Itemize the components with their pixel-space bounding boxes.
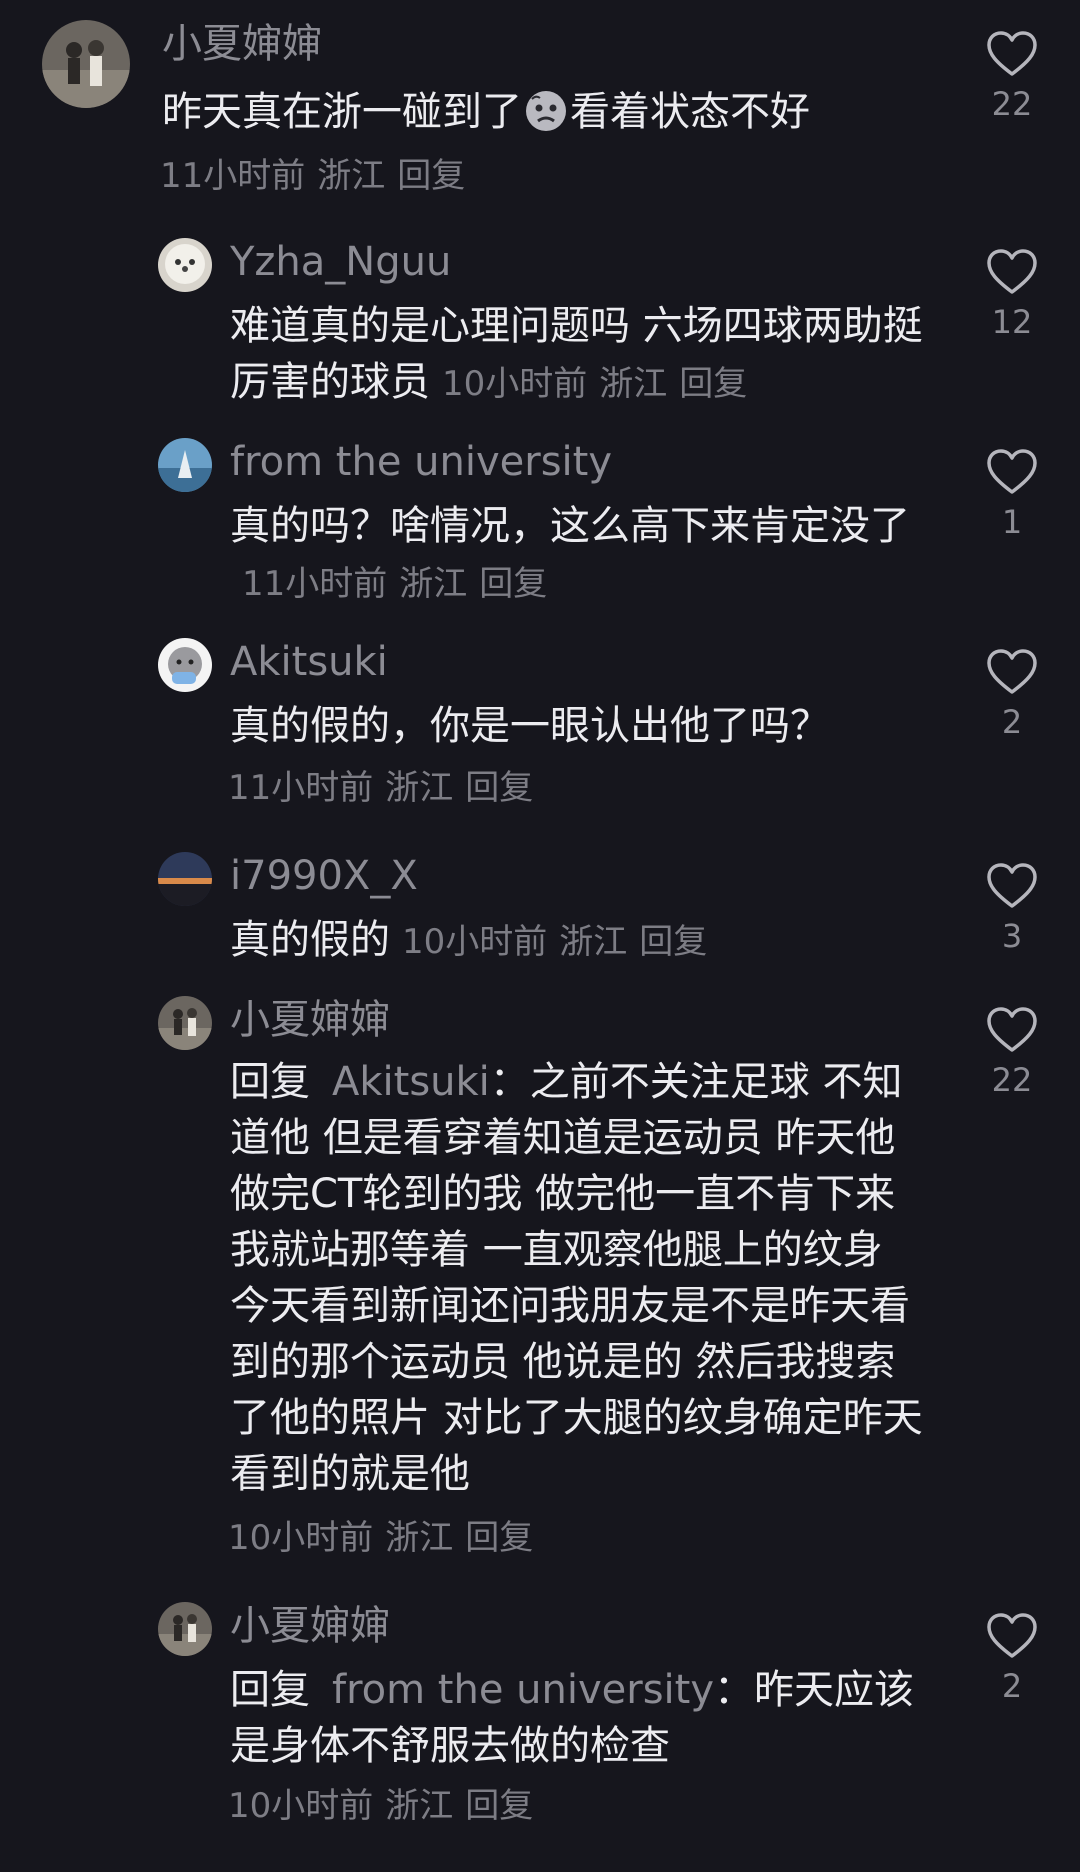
username[interactable]: 小夏婶婶 xyxy=(162,20,322,68)
location: 浙江 xyxy=(317,156,386,196)
like-button[interactable]: 2 xyxy=(982,648,1042,742)
reply-target-username[interactable]: from the university xyxy=(332,1667,714,1713)
comment-meta: 11小时前 浙江 回复 xyxy=(228,766,533,810)
reply-button[interactable]: 回复 xyxy=(479,564,547,604)
reply-button[interactable]: 回复 xyxy=(639,922,707,962)
avatar[interactable] xyxy=(158,996,212,1050)
like-count: 3 xyxy=(1001,917,1023,955)
reply-button[interactable]: 回复 xyxy=(465,1518,533,1558)
reply-button[interactable]: 回复 xyxy=(465,768,533,808)
heart-outline-icon xyxy=(987,249,1037,294)
avatar[interactable] xyxy=(158,1602,212,1656)
comment-text-part: 真的假的，你是一眼认出他了吗？ xyxy=(230,703,830,749)
avatar[interactable] xyxy=(158,238,212,292)
reply-button[interactable]: 回复 xyxy=(679,364,747,404)
heart-outline-icon xyxy=(987,449,1037,494)
timestamp: 10小时前 xyxy=(442,364,588,404)
like-count: 1 xyxy=(1001,503,1023,541)
username[interactable]: from the university xyxy=(230,438,612,486)
location: 浙江 xyxy=(399,564,468,604)
like-button[interactable]: 12 xyxy=(982,248,1042,342)
comment-text: 真的吗？啥情况，这么高下来肯定没了 11小时前 浙江 回复 xyxy=(230,498,930,612)
comment-list: 小夏婶婶 昨天真在浙一碰到了 看着状态不好 11小时前 浙江 回复 22 Yzha_N… xyxy=(0,0,1080,1872)
heart-outline-icon xyxy=(987,649,1037,694)
location: 浙江 xyxy=(385,1518,454,1558)
avatar[interactable] xyxy=(42,20,130,108)
reply-target-username[interactable]: Akitsuki xyxy=(332,1059,490,1105)
username[interactable]: Akitsuki xyxy=(230,638,388,686)
comment-text: 回复 Akitsuki：之前不关注足球 不知道他 但是看穿着知道是运动员 昨天他做… xyxy=(230,1054,930,1502)
timestamp: 10小时前 xyxy=(228,1786,374,1826)
location: 浙江 xyxy=(385,1786,454,1826)
reply-prefix: 回复 xyxy=(230,1667,310,1713)
like-button[interactable]: 2 xyxy=(982,1612,1042,1706)
comment-text: 回复 from the university：昨天应该是身体不舒服去做的检查 xyxy=(230,1662,930,1774)
comment-text-part: ：之前不关注足球 不知道他 但是看穿着知道是运动员 昨天他做完CT轮到的我 做完… xyxy=(230,1059,923,1497)
like-button[interactable]: 22 xyxy=(982,1006,1042,1100)
location: 浙江 xyxy=(385,768,454,808)
comment-text: 真的假的 10小时前 浙江 回复 xyxy=(230,912,930,970)
comment-meta: 10小时前 浙江 回复 xyxy=(228,1784,533,1828)
comment-meta: 11小时前 浙江 回复 xyxy=(160,154,465,198)
timestamp: 10小时前 xyxy=(228,1518,374,1558)
heart-outline-icon xyxy=(987,31,1037,76)
heart-outline-icon xyxy=(987,863,1037,908)
like-button[interactable]: 3 xyxy=(982,862,1042,956)
like-count: 2 xyxy=(1001,1667,1023,1705)
heart-outline-icon xyxy=(987,1613,1037,1658)
comment-text: 难道真的是心理问题吗 六场四球两助挺厉害的球员 10小时前 浙江 回复 xyxy=(230,298,930,412)
username[interactable]: i7990X_X xyxy=(230,852,418,900)
comment-text-part: 昨天真在浙一碰到了 xyxy=(162,89,522,135)
comment-text: 昨天真在浙一碰到了 看着状态不好 xyxy=(162,84,952,140)
comment-meta: 10小时前 浙江 回复 xyxy=(228,1516,533,1560)
username[interactable]: 小夏婶婶 xyxy=(230,996,390,1044)
timestamp: 11小时前 xyxy=(160,156,306,196)
heart-outline-icon xyxy=(987,1007,1037,1052)
like-count: 22 xyxy=(991,85,1033,123)
avatar[interactable] xyxy=(158,438,212,492)
reply-prefix: 回复 xyxy=(230,1059,310,1105)
like-button[interactable]: 1 xyxy=(982,448,1042,542)
comment-text-part: 看着状态不好 xyxy=(570,89,810,135)
timestamp: 11小时前 xyxy=(228,768,374,808)
timestamp: 10小时前 xyxy=(402,922,548,962)
comment-text: 真的假的，你是一眼认出他了吗？ xyxy=(230,698,930,754)
username[interactable]: 小夏婶婶 xyxy=(230,1602,390,1650)
avatar[interactable] xyxy=(158,638,212,692)
sad-face-emoji-icon xyxy=(524,89,568,133)
like-count: 2 xyxy=(1001,703,1023,741)
reply-button[interactable]: 回复 xyxy=(397,156,465,196)
comment-text-part: 真的假的 xyxy=(230,917,390,963)
like-button[interactable]: 22 xyxy=(982,30,1042,124)
username[interactable]: Yzha_Nguu xyxy=(230,238,451,286)
location: 浙江 xyxy=(559,922,628,962)
avatar[interactable] xyxy=(158,852,212,906)
like-count: 22 xyxy=(991,1061,1033,1099)
like-count: 12 xyxy=(991,303,1033,341)
comment-text-part: 真的吗？啥情况，这么高下来肯定没了 xyxy=(230,503,910,549)
reply-button[interactable]: 回复 xyxy=(465,1786,533,1826)
location: 浙江 xyxy=(599,364,668,404)
timestamp: 11小时前 xyxy=(242,564,388,604)
